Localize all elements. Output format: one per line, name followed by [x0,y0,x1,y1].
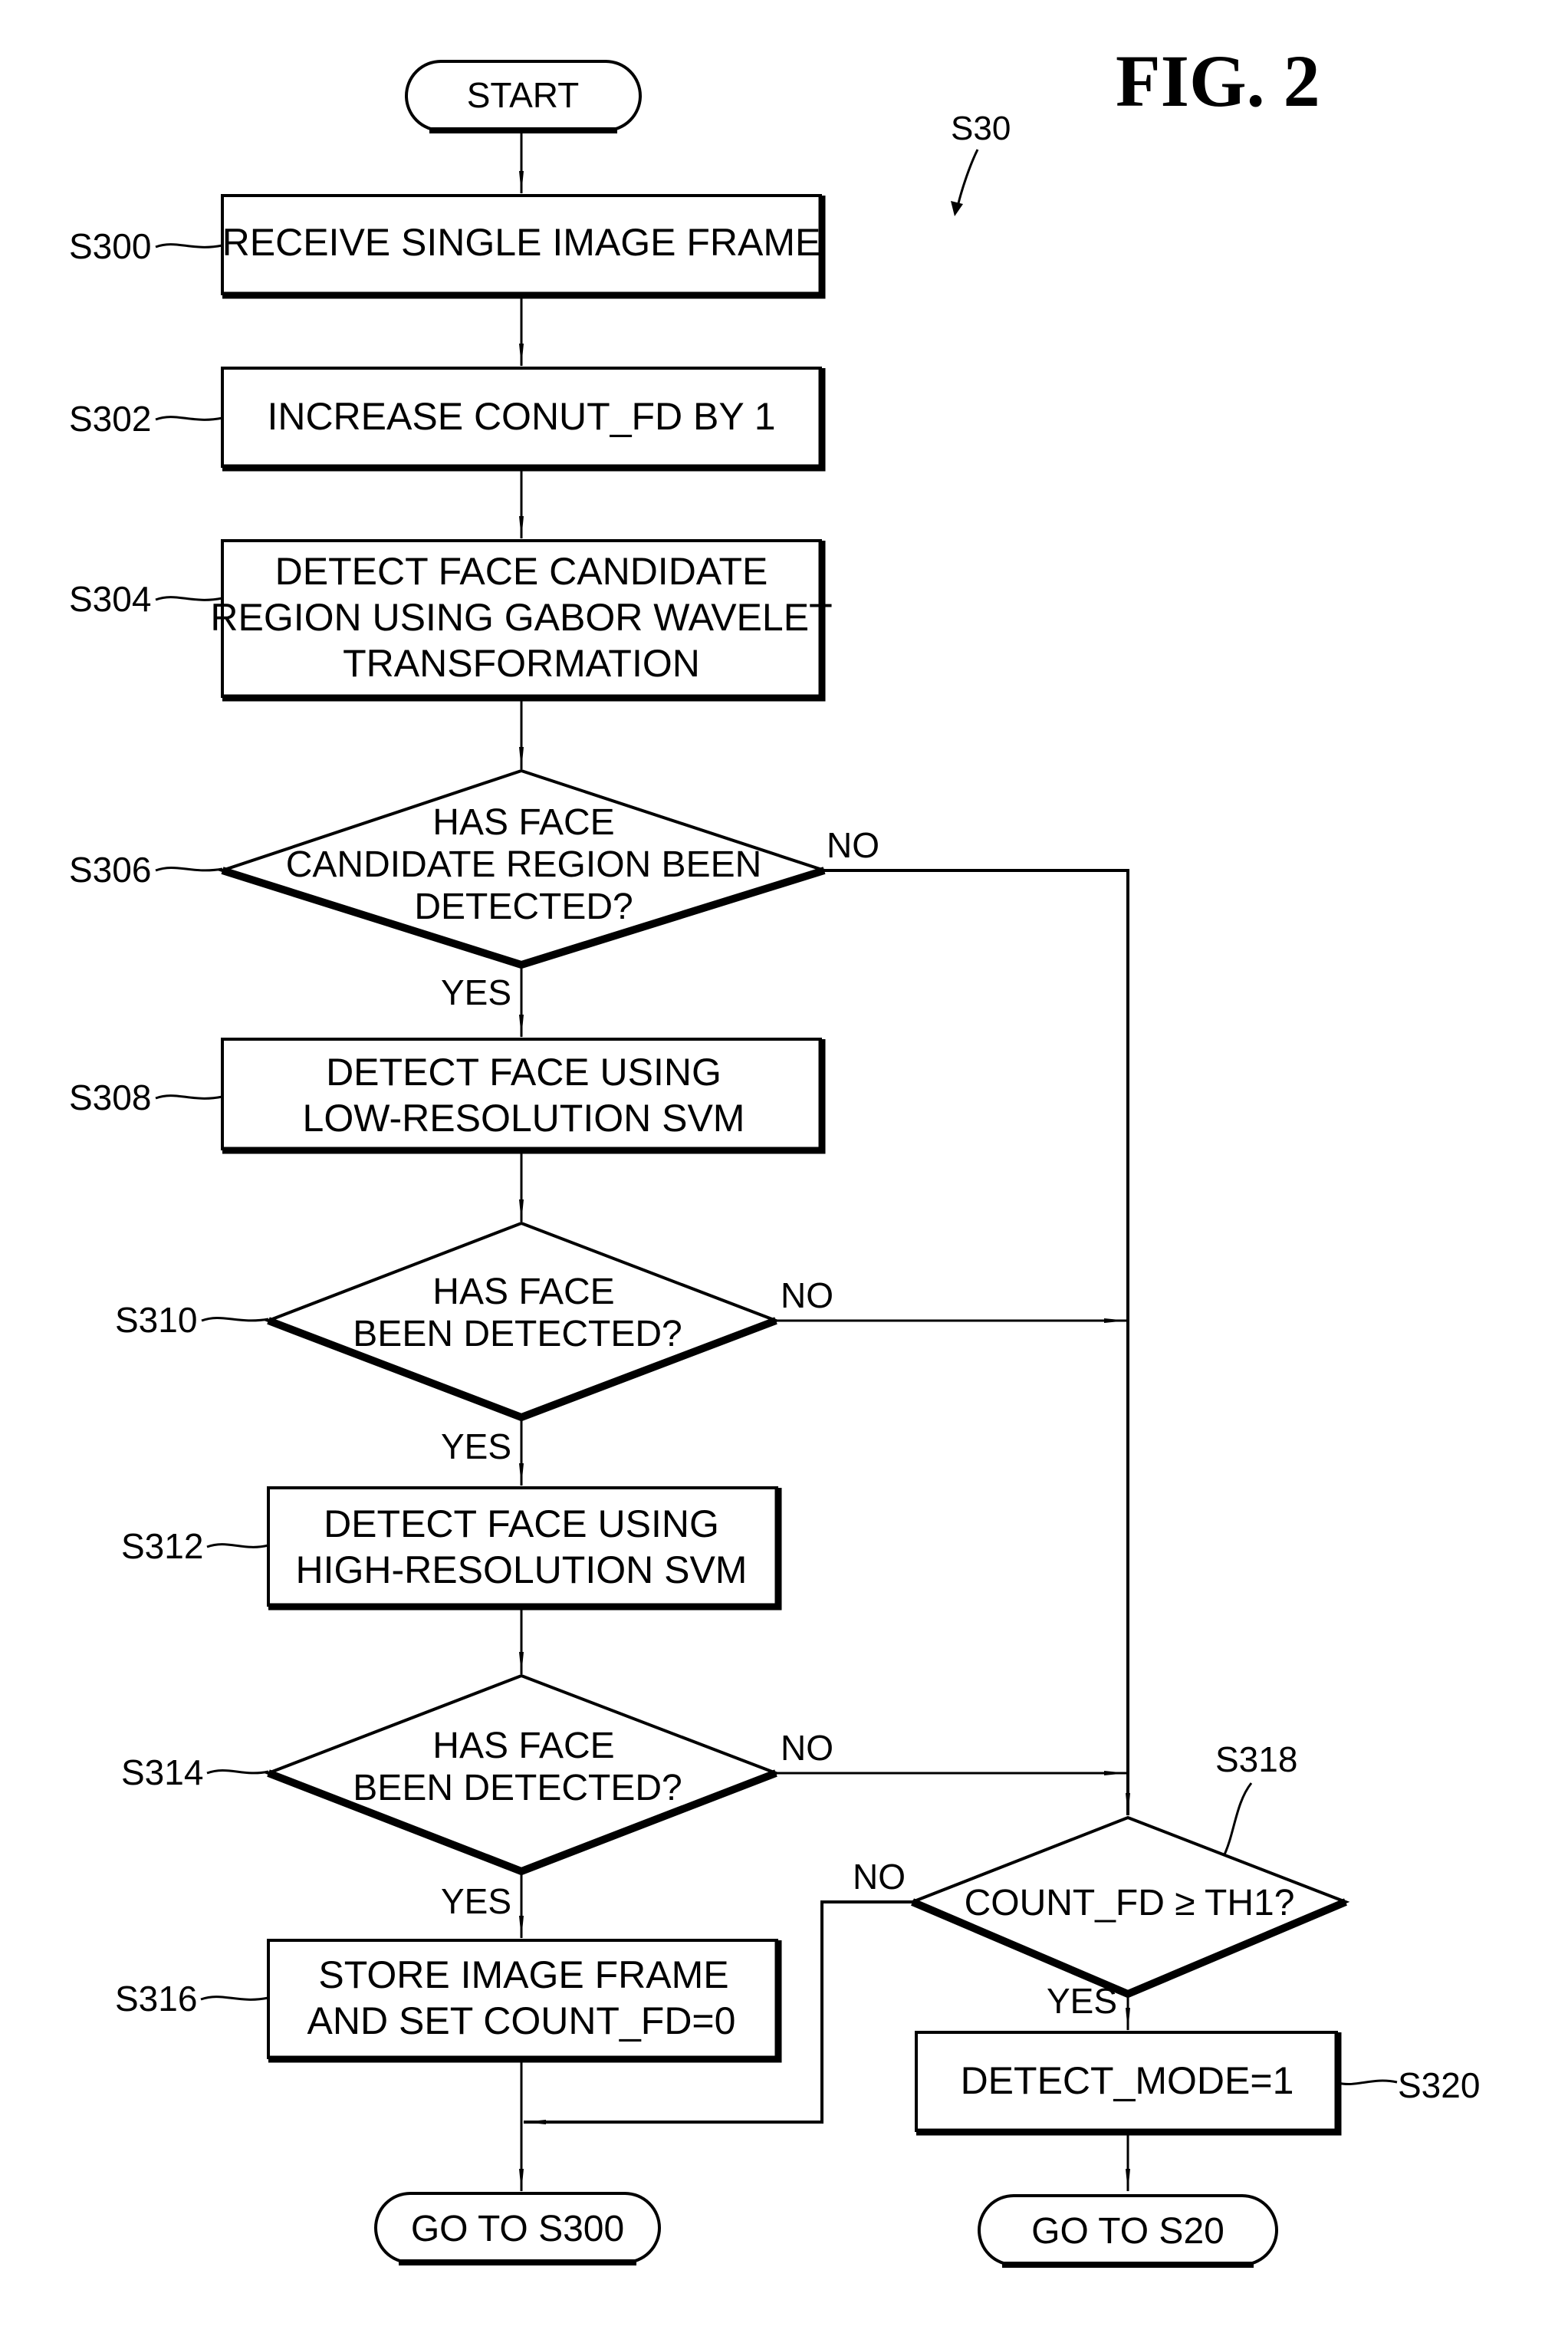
s314-text-line-2: BEEN DETECTED? [353,1768,682,1808]
s316-text-line-1: STORE IMAGE FRAME [318,1953,728,1996]
s308-step-label: S308 [69,1078,151,1117]
s302-text: INCREASE CONUT_FD BY 1 [267,395,775,438]
s302-step-label: S302 [69,399,151,439]
s314-no-label: NO [781,1728,833,1768]
s310-yes-label: YES [441,1426,511,1466]
decision-s314: HAS FACE BEEN DETECTED? S314 NO YES [121,1673,833,1921]
decision-s306: HAS FACE CANDIDATE REGION BEEN DETECTED?… [69,768,879,1012]
s316-step-label: S316 [115,1979,197,2019]
s310-text-line-2: BEEN DETECTED? [353,1314,682,1354]
s306-text-line-1: HAS FACE [432,802,614,843]
s306-yes-label: YES [441,972,511,1012]
s304-text-line-2: REGION USING GABOR WAVELET [210,596,832,639]
figure-title: FIG. 2 [1116,40,1320,122]
process-s312: DETECT FACE USING HIGH-RESOLUTION SVM S3… [121,1486,782,1611]
s314-leader [206,1769,269,1775]
s316-text-line-2: AND SET COUNT_FD=0 [307,1999,736,2042]
process-s308: DETECT FACE USING LOW-RESOLUTION SVM S30… [69,1038,826,1154]
s300-leader [155,243,223,248]
process-s302: INCREASE CONUT_FD BY 1 S302 [69,367,826,472]
process-s316: STORE IMAGE FRAME AND SET COUNT_FD=0 S31… [115,1939,782,2063]
s318-text: COUNT_FD ≥ TH1? [965,1883,1295,1923]
s304-text-line-1: DETECT FACE CANDIDATE [275,550,768,593]
s300-step-label: S300 [69,226,151,266]
s314-text-line-1: HAS FACE [432,1726,614,1766]
s306-text-line-2: CANDIDATE REGION BEEN [286,844,762,885]
decision-s318: COUNT_FD ≥ TH1? S318 NO YES [853,1739,1350,2021]
s306-leader [155,866,223,872]
s310-leader [201,1316,269,1322]
s312-leader [206,1543,269,1548]
s318-step-label: S318 [1215,1739,1297,1779]
goto-s300-label: GO TO S300 [411,2209,624,2249]
goto-s20-label: GO TO S20 [1031,2211,1224,2252]
start-terminal: START [405,60,642,133]
s320-text: DETECT_MODE=1 [961,2059,1294,2102]
s316-leader [200,1996,269,2001]
figure-reference-arrowhead-icon [951,201,963,216]
figure-reference-leader [957,149,979,204]
s308-text-line-1: DETECT FACE USING [326,1051,722,1094]
s306-step-label: S306 [69,850,151,890]
flowchart: FIG. 2 S30 START RECEIVE SINGLE IMAGE FR… [69,40,1480,2268]
edge-s306-s318-no [824,869,1130,1816]
s320-leader [1337,2079,1398,2086]
process-s300: RECEIVE SINGLE IMAGE FRAME S300 [69,194,826,299]
s314-step-label: S314 [121,1752,203,1792]
s318-leader [1223,1782,1253,1855]
start-label: START [467,75,580,115]
s306-text-line-3: DETECTED? [414,887,633,927]
decision-s310: HAS FACE BEEN DETECTED? S310 NO YES [115,1221,833,1466]
s300-text: RECEIVE SINGLE IMAGE FRAME [222,221,821,264]
s306-no-label: NO [827,825,879,865]
goto-s300-terminal: GO TO S300 [374,2192,661,2265]
s304-step-label: S304 [69,579,151,619]
process-s304: DETECT FACE CANDIDATE REGION USING GABOR… [69,539,833,702]
s308-text-line-2: LOW-RESOLUTION SVM [303,1097,745,1140]
s312-text-line-2: HIGH-RESOLUTION SVM [296,1548,748,1591]
s312-step-label: S312 [121,1526,203,1566]
s302-leader [155,416,223,421]
s314-yes-label: YES [441,1881,511,1921]
s310-no-label: NO [781,1275,833,1315]
s304-text-line-3: TRANSFORMATION [343,642,700,685]
process-s320: DETECT_MODE=1 S320 [915,2031,1480,2136]
goto-s20-terminal: GO TO S20 [978,2194,1278,2268]
s318-no-label: NO [853,1857,906,1897]
s318-yes-label: YES [1047,1981,1117,2021]
s310-step-label: S310 [115,1300,197,1340]
s320-step-label: S320 [1398,2065,1480,2105]
s310-text-line-1: HAS FACE [432,1272,614,1312]
s308-leader [155,1094,223,1100]
s312-text-line-1: DETECT FACE USING [324,1502,719,1545]
figure-reference-label: S30 [951,110,1011,147]
